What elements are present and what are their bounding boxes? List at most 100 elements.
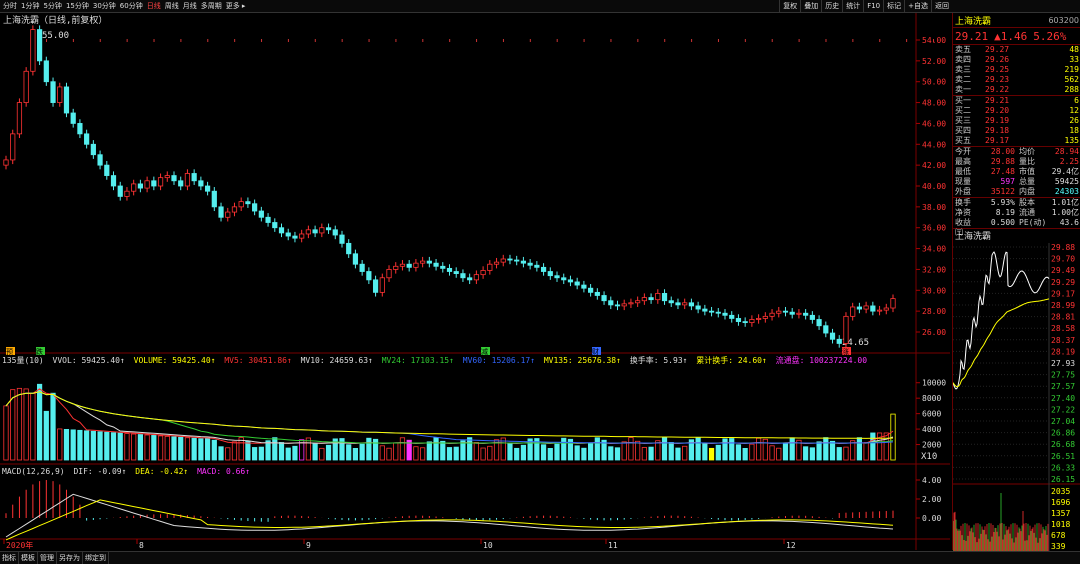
asks-row[interactable]: 卖三 29.25 219	[953, 65, 1080, 75]
period-tab-2[interactable]: 5分钟	[42, 0, 62, 12]
quote-panel: 上海洗霸 603200 29.21 ▲1.46 5.26% 卖五 29.27 48 卖…	[927, 13, 1080, 551]
bids-row[interactable]: 买三 29.19 26	[953, 116, 1080, 126]
orderbook-label: 买二	[955, 106, 971, 115]
candle-body	[90, 143, 96, 156]
orderbook-price: 29.17	[985, 136, 1010, 145]
candle-body	[487, 263, 493, 271]
top-tick-dot	[46, 39, 47, 42]
candle-body	[124, 190, 130, 197]
period-tab-8[interactable]: 月线	[182, 0, 198, 12]
period-tab-4[interactable]: 30分钟	[92, 0, 117, 12]
price-change-pct: 5.26%	[1033, 29, 1067, 43]
volume-bar	[708, 447, 715, 461]
top-tick-dot	[717, 39, 719, 42]
tool-button-6[interactable]: +自选	[904, 0, 931, 12]
candle-body	[776, 310, 782, 314]
candle-body	[514, 259, 520, 262]
candle-body	[30, 29, 36, 72]
mini-volume-label: 1018	[1051, 520, 1070, 529]
orderbook-label: 卖三	[955, 65, 971, 74]
candle-body	[3, 159, 9, 166]
indicator-tab-4[interactable]: 绑定到	[83, 552, 109, 564]
mini-price-label: 27.04	[1051, 417, 1075, 426]
price-tick-label: 28.00	[922, 307, 946, 316]
volume-bar	[359, 443, 365, 461]
period-toolbar: 分时 1分钟 5分钟 15分钟 30分钟 60分钟 日线 周线 月线 多周期 更多 ▸ 复权 叠加 历史…	[0, 0, 1080, 13]
candle-body	[695, 305, 701, 310]
indicator-tab-3[interactable]: 另存为	[57, 552, 83, 564]
bids-row[interactable]: 买五 29.17 135	[953, 136, 1080, 146]
kline-svg[interactable]: 上海洗霸（日线,前复权） 55.00 24.65 54.0052.0050.00…	[0, 13, 950, 550]
period-tab-10[interactable]: 更多 ▸	[225, 0, 247, 12]
macd-indicator	[5, 480, 894, 541]
volume-bar	[608, 446, 614, 461]
volume-bar	[366, 437, 372, 461]
volume-bar	[3, 405, 9, 461]
candle-body	[104, 164, 110, 176]
top-tick-dot	[502, 39, 504, 42]
tool-button-0[interactable]: 复权	[779, 0, 800, 12]
period-tab-1[interactable]: 1分钟	[20, 0, 40, 12]
asks-row[interactable]: 卖五 29.27 48	[953, 45, 1080, 55]
indicator-tab-2[interactable]: 管理	[38, 552, 57, 564]
tool-button-5[interactable]: 标记	[883, 0, 904, 12]
top-tick-dot	[153, 39, 155, 42]
bids-row[interactable]: 买四 29.18 18	[953, 126, 1080, 136]
candle-body	[325, 227, 332, 231]
tool-button-7[interactable]: 返回	[931, 0, 952, 12]
macd-tick-label: 4.00	[922, 476, 941, 485]
tool-button-4[interactable]: F10	[863, 0, 883, 12]
intraday-mini-chart[interactable]: 上海洗霸 29.88 29.70 29.49 29.29 29.17 28.99 28.81…	[927, 229, 1080, 551]
volume-bar	[588, 442, 594, 461]
tool-button-3[interactable]: 统计	[842, 0, 863, 12]
candle-body	[735, 318, 742, 322]
orderbook-label: 卖二	[955, 75, 971, 84]
candle-body	[823, 325, 829, 334]
period-tab-0[interactable]: 分时	[2, 0, 18, 12]
mini-price-label: 28.37	[1051, 336, 1075, 345]
mini-volume-bars	[952, 493, 1049, 551]
candle-body	[829, 332, 836, 340]
candle-body	[225, 211, 231, 218]
orderbook-price: 29.25	[985, 65, 1010, 74]
price-axis: 54.00 52.00 50.00 48.00 46.00 44.00 42.00 40.00…	[916, 36, 946, 337]
mini-price-label: 27.40	[1051, 394, 1075, 403]
volume-tick-label: 2000	[922, 441, 941, 450]
period-tab-9[interactable]: 多周期	[200, 0, 223, 12]
period-tab-6[interactable]: 日线	[146, 0, 162, 12]
indicator-tab-0[interactable]: 指标	[0, 552, 19, 564]
indicator-tab-1[interactable]: 模板	[19, 552, 38, 564]
period-tab-3[interactable]: 15分钟	[65, 0, 90, 12]
volume-bar	[117, 432, 123, 461]
volume-bar	[836, 447, 842, 461]
candle-body	[43, 60, 49, 83]
ask-book: 卖五 29.27 48 卖四 29.26 33 卖三 29.25 219 卖二 29.23 562 卖一…	[953, 45, 1080, 96]
candle-body	[312, 229, 318, 234]
volume-bar	[742, 448, 748, 461]
period-tab-7[interactable]: 周线	[164, 0, 180, 12]
bids-row[interactable]: 买二 29.20 12	[953, 106, 1080, 116]
orderbook-price: 29.21	[985, 96, 1010, 105]
bids-row[interactable]: 买一 29.21 6	[953, 96, 1080, 106]
stat2-b: 8.19	[995, 208, 1015, 217]
mini-price-label: 28.19	[1051, 347, 1075, 356]
stat2-c: 股本	[1019, 198, 1035, 207]
stat2-a: 收益㈢	[955, 218, 971, 237]
candle-body	[117, 185, 123, 197]
orderbook-vol: 18	[1069, 126, 1079, 135]
asks-row[interactable]: 卖四 29.26 33	[953, 55, 1080, 65]
top-tick-dot	[556, 39, 558, 42]
tool-button-2[interactable]: 历史	[821, 0, 842, 12]
volume-bar	[473, 442, 479, 461]
indicator-toolbar: 指标 模板 管理 另存为 绑定到	[0, 551, 1080, 564]
mini-price-label: 27.93	[1051, 359, 1075, 368]
volume-bar	[110, 432, 117, 461]
last-price: 29.21	[955, 29, 989, 43]
asks-row[interactable]: 卖二 29.23 562	[953, 75, 1080, 85]
kline-chart-area[interactable]: 上海洗霸（日线,前复权） 55.00 24.65 54.00 52.00 50.00…	[0, 13, 950, 550]
mini-price-label: 26.15	[1051, 475, 1075, 484]
tool-button-1[interactable]: 叠加	[800, 0, 821, 12]
period-tab-5[interactable]: 60分钟	[119, 0, 144, 12]
asks-row[interactable]: 卖一 29.22 288	[953, 85, 1080, 95]
candle-body	[413, 262, 419, 268]
